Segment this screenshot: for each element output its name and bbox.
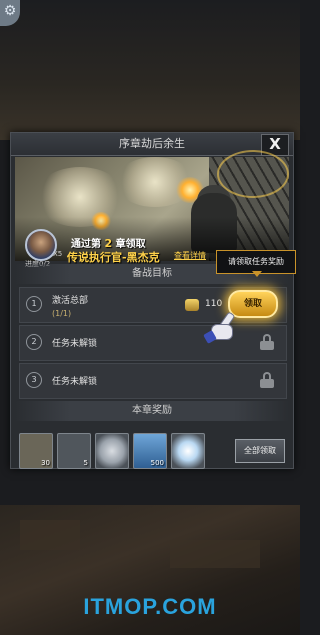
claim-highlight-ring (217, 150, 289, 198)
task-row-3: 3 任务未解锁 (19, 363, 287, 399)
item-count: 5 (83, 459, 88, 467)
blueprint-icon[interactable]: 30 (19, 433, 53, 469)
hero-name: 传说执行官-黑杰克 (67, 251, 160, 264)
task-label: 激活总部 (52, 296, 89, 306)
task-number: 2 (26, 334, 42, 350)
tooltip-arrow (252, 271, 262, 277)
task-number: 1 (26, 296, 42, 312)
reward-amount: 110 (205, 299, 223, 309)
item-count: 500 (150, 459, 164, 467)
pointing-hand-icon (203, 311, 236, 344)
water-bottle-icon[interactable]: 500 (133, 433, 167, 469)
task-label: 任务未解锁 (52, 377, 98, 387)
task-number: 3 (26, 372, 42, 388)
tools-icon[interactable]: 5 (57, 433, 91, 469)
diamond-icon[interactable] (171, 433, 205, 469)
avatar-level: X5 (53, 250, 63, 258)
coin-reward-icon (185, 299, 199, 311)
lock-icon (260, 334, 274, 350)
site-watermark: ITMOP.COM (83, 594, 217, 619)
canned-food-icon[interactable] (95, 433, 129, 469)
background-building (170, 540, 260, 568)
view-details-link[interactable]: 查看详情 (174, 250, 206, 261)
background-building (20, 520, 80, 550)
reward-items: 30 5 500 全部领取 (19, 429, 285, 473)
unlock-condition: 通过第 2 章领取 (71, 235, 146, 250)
item-count: 30 (41, 459, 50, 467)
background-top (0, 0, 300, 140)
lock-icon (260, 372, 274, 388)
task-progress: (1/1) (52, 309, 72, 318)
claim-all-button[interactable]: 全部领取 (235, 439, 285, 463)
chapter-rewards-header: 本章奖励 (15, 401, 289, 421)
task-label: 任务未解锁 (52, 339, 98, 349)
claim-button[interactable]: 领取 (228, 290, 278, 318)
task-row-2: 2 任务未解锁 (19, 325, 287, 361)
